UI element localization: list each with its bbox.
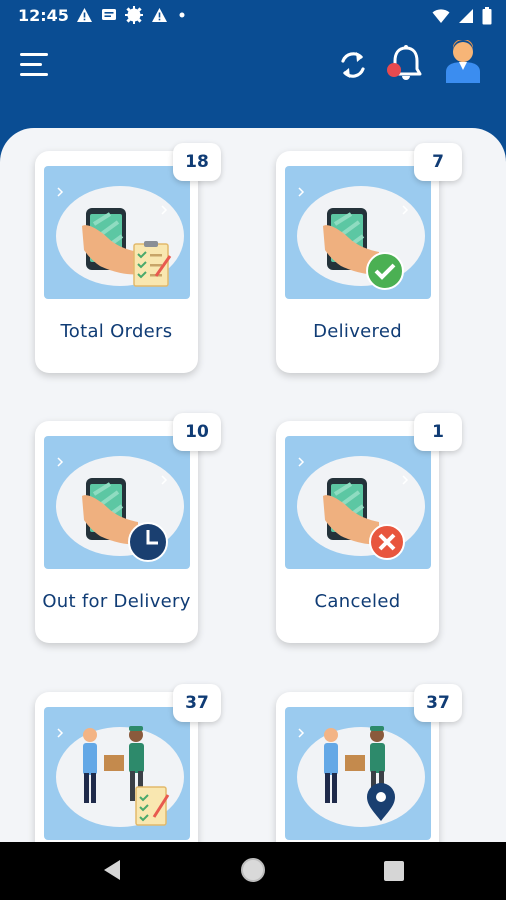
dot-icon [179, 12, 185, 18]
user-icon[interactable] [444, 39, 482, 84]
phone-cancel-icon [285, 436, 431, 569]
home-icon[interactable] [241, 858, 265, 882]
settings-icon [125, 6, 143, 24]
count-badge: 7 [414, 143, 462, 181]
back-icon[interactable] [102, 859, 122, 881]
card-total-orders[interactable]: Total Orders [35, 151, 198, 373]
count-badge: 18 [173, 143, 221, 181]
card-delivered[interactable]: Delivered [276, 151, 439, 373]
warning-icon [152, 8, 167, 22]
status-system-icons [432, 7, 492, 25]
signal-icon [459, 9, 473, 23]
phone-clipboard-icon [44, 166, 190, 299]
warning-icon [77, 8, 92, 22]
notification-dot [387, 63, 401, 77]
recent-apps-icon[interactable] [384, 861, 404, 881]
status-time: 12:45 [18, 6, 69, 25]
delivery-clipboard-icon [44, 707, 190, 840]
delivery-location-icon [285, 707, 431, 840]
count-badge: 1 [414, 413, 462, 451]
wifi-icon [432, 9, 450, 23]
refresh-icon[interactable] [337, 48, 369, 82]
status-bar: 12:45 [0, 0, 506, 32]
card-label: Total Orders [60, 321, 173, 342]
count-badge: 37 [414, 684, 462, 722]
message-icon [102, 9, 116, 20]
card-label: Out for Delivery [42, 591, 191, 612]
system-nav-bar [0, 842, 506, 900]
card-label: Delivered [313, 321, 402, 342]
dashboard-grid: Total Orders 18 Delivered 7 Out for Deli… [0, 128, 506, 842]
battery-icon [482, 7, 492, 25]
count-badge: 10 [173, 413, 221, 451]
app-bar [0, 32, 506, 128]
status-notification-icons [76, 6, 188, 24]
bell-icon[interactable] [385, 44, 425, 84]
card-label: Canceled [314, 591, 401, 612]
card-out-for-delivery[interactable]: Out for Delivery [35, 421, 198, 643]
phone-clock-icon [44, 436, 190, 569]
menu-icon[interactable] [20, 52, 50, 78]
count-badge: 37 [173, 684, 221, 722]
phone-check-icon [285, 166, 431, 299]
card-canceled[interactable]: Canceled [276, 421, 439, 643]
